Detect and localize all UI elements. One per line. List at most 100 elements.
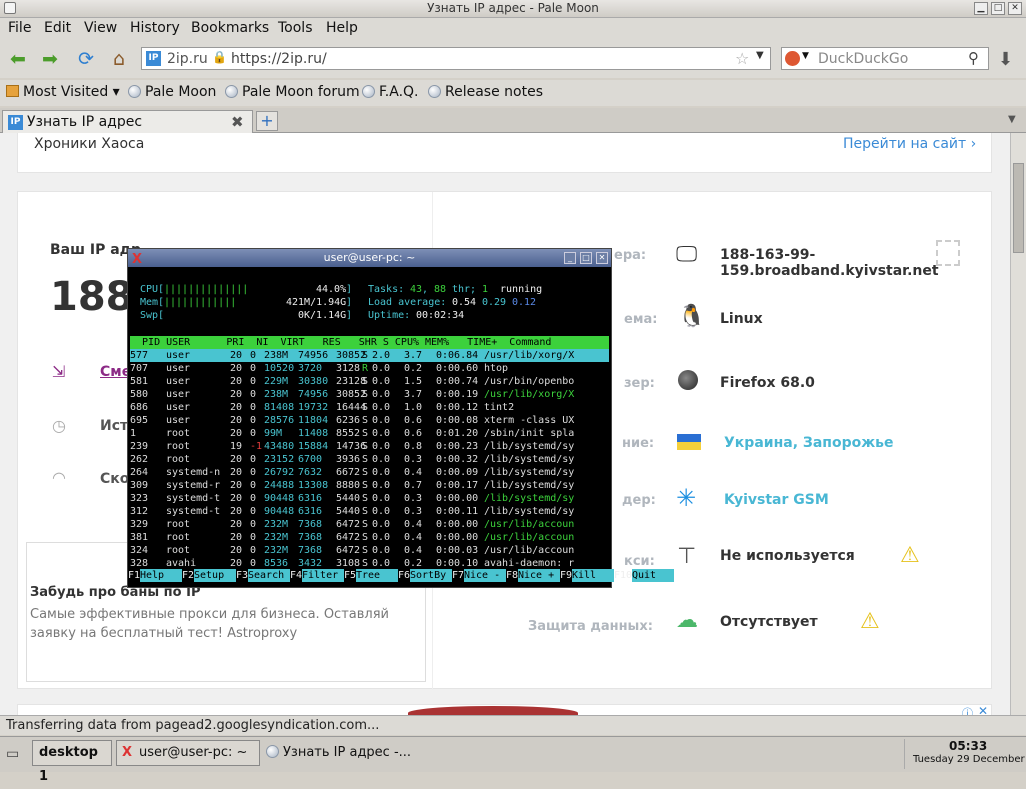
adchoices-icon[interactable]: ⓘ bbox=[962, 705, 973, 715]
process-row[interactable]: 323 systemd-t 20 0 90448 6316 5440 S 0.0 0.3 0:00.… bbox=[130, 492, 609, 505]
downloads-icon[interactable]: ⬇ bbox=[998, 49, 1013, 70]
process-row[interactable]: 312 systemd-t 20 0 90448 6316 5440 S 0.0 0.3 0:00.… bbox=[130, 505, 609, 518]
desktop-switcher[interactable]: desktop 1 bbox=[32, 740, 112, 784]
fkey-f5: F5 bbox=[344, 570, 357, 581]
info-value-provider[interactable]: Kyivstar GSM bbox=[724, 492, 829, 508]
bookmark-pale-moon[interactable]: Pale Moon bbox=[128, 84, 216, 100]
tab-list-icon[interactable]: ▼ bbox=[1008, 114, 1016, 125]
menu-tools[interactable]: Tools bbox=[278, 20, 313, 36]
process-row[interactable]: 262 root 20 0 23152 6700 3936 S 0.0 0.3 0:00.32/li… bbox=[130, 453, 609, 466]
process-cell: 0.4 bbox=[404, 532, 423, 543]
process-header[interactable]: PID USER PRI NI VIRT RES SHR S CPU% MEM%… bbox=[130, 336, 609, 349]
clock[interactable]: 05:33 Tuesday 29 December bbox=[904, 739, 1025, 769]
scroll-thumb[interactable] bbox=[1013, 163, 1024, 253]
process-cell: 238M bbox=[264, 350, 289, 361]
minimize-button[interactable]: ▁ bbox=[974, 2, 988, 15]
duckduckgo-icon[interactable] bbox=[785, 51, 800, 66]
process-row[interactable]: 695 user 20 0 28576 11804 6236 S 0.0 0.6 0:00.08 xt… bbox=[130, 414, 609, 427]
tab-close-icon[interactable]: ✖ bbox=[231, 113, 244, 131]
process-cell: /usr/lib/xorg/X bbox=[484, 350, 575, 361]
url-bar[interactable]: IP 2ip.ru 🔒 https://2ip.ru/ ☆ ▼ bbox=[141, 47, 771, 70]
back-icon[interactable]: ⬅ bbox=[6, 48, 30, 70]
mem-bar: |||||||||||| bbox=[164, 297, 237, 308]
url-text[interactable]: https://2ip.ru/ bbox=[231, 51, 327, 67]
monitor-icon: 🖵 bbox=[676, 242, 698, 267]
menu-edit[interactable]: Edit bbox=[44, 20, 71, 36]
info-label-proxy: кси: bbox=[624, 554, 655, 569]
search-icon[interactable]: ⚲ bbox=[968, 49, 979, 67]
show-desktop-icon[interactable]: ▭ bbox=[6, 746, 19, 762]
maximize-button[interactable]: □ bbox=[991, 2, 1005, 15]
process-cell: 0.0 bbox=[372, 467, 391, 478]
fkey-action-7[interactable]: Nice + bbox=[518, 569, 560, 582]
process-cell: 0:00.12 bbox=[436, 402, 479, 413]
process-cell: 6316 bbox=[298, 493, 323, 504]
process-row[interactable]: 264 systemd-n 20 0 26792 7632 6672 S 0.0 0.4 0:00.… bbox=[130, 466, 609, 479]
tab-2ip[interactable]: IP Узнать IP адрес ✖ bbox=[2, 110, 253, 133]
terminal-window[interactable]: X user@user-pc: ~ _ □ ✕ CPU[||||||||||||… bbox=[127, 248, 674, 588]
bookmark-most-visited[interactable]: Most Visited ▾ bbox=[6, 84, 120, 100]
task-browser-label: Узнать IP адрес -... bbox=[283, 745, 412, 760]
promo-banner: Хроники Хаоса Перейти на сайт › bbox=[17, 133, 992, 173]
bookmark-release-notes[interactable]: Release notes bbox=[428, 84, 543, 100]
history-link[interactable]: Ист bbox=[100, 418, 128, 434]
fkey-f10: F10 bbox=[614, 570, 633, 581]
terminal-titlebar[interactable]: X user@user-pc: ~ _ □ ✕ bbox=[128, 249, 611, 267]
menu-help[interactable]: Help bbox=[326, 20, 358, 36]
fkey-action-5[interactable]: SortBy bbox=[410, 569, 452, 582]
speed-link[interactable]: Ско bbox=[100, 471, 129, 487]
bookmark-pale-moon-forum[interactable]: Pale Moon forum bbox=[225, 84, 360, 100]
process-row[interactable]: 329 root 20 0 232M 7368 6472 S 0.0 0.4 0:00.00/usr… bbox=[130, 518, 609, 531]
promo-link[interactable]: Перейти на сайт › bbox=[843, 136, 976, 152]
process-row[interactable]: 239 root 19 -1 43480 15884 14736 S 0.0 0.8 0:00.23… bbox=[130, 440, 609, 453]
close-button[interactable]: ✕ bbox=[1008, 2, 1022, 15]
menu-file[interactable]: File bbox=[8, 20, 31, 36]
bookmark-label: Pale Moon forum bbox=[242, 84, 360, 100]
process-row[interactable]: 577 user 20 0 238M 74956 30852 S 2.0 3.7 0:06.84/u… bbox=[130, 349, 609, 362]
fkey-action-9[interactable]: Quit bbox=[632, 569, 674, 582]
process-row[interactable]: 309 systemd-r 20 0 24488 13308 8880 S 0.0 0.7 0:00… bbox=[130, 479, 609, 492]
site-identity-label[interactable]: 2ip.ru bbox=[167, 51, 208, 67]
process-row[interactable]: 707 user 20 0 10520 3720 3128 R 0.0 0.2 0:00.60 hto… bbox=[130, 362, 609, 375]
home-icon[interactable]: ⌂ bbox=[107, 48, 131, 70]
forward-icon[interactable]: ➡ bbox=[38, 48, 62, 70]
vertical-scrollbar[interactable] bbox=[1010, 133, 1026, 715]
process-row[interactable]: 581 user 20 0 229M 30380 23128 S 0.0 1.5 0:00.74/u… bbox=[130, 375, 609, 388]
process-cell: 0.8 bbox=[404, 441, 423, 452]
process-row[interactable]: 686 user 20 0 81408 19732 16444 S 0.0 1.0 0:00.12 t… bbox=[130, 401, 609, 414]
menu-history[interactable]: History bbox=[130, 20, 180, 36]
process-cell: 580 bbox=[130, 389, 149, 400]
search-bar[interactable]: ▼ DuckDuckGo ⚲ bbox=[781, 47, 989, 70]
change-ip-icon[interactable]: ⇲ bbox=[52, 362, 65, 381]
fkey-action-4[interactable]: Tree bbox=[356, 569, 398, 582]
menu-bookmarks[interactable]: Bookmarks bbox=[191, 20, 269, 36]
process-row[interactable]: 324 root 20 0 232M 7368 6472 S 0.0 0.4 0:00.03/usr… bbox=[130, 544, 609, 557]
task-browser[interactable]: Узнать IP адрес -... bbox=[266, 745, 411, 760]
bottom-ad[interactable]: ⓘ ✕ bbox=[17, 704, 992, 715]
fkey-action-1[interactable]: Setup bbox=[194, 569, 236, 582]
bookmark-faq[interactable]: F.A.Q. bbox=[362, 84, 419, 100]
engine-dropdown-icon[interactable]: ▼ bbox=[802, 51, 809, 61]
process-row[interactable]: 1 root 20 0 99M 11408 8552 S 0.0 0.6 0:01.20/sbin/… bbox=[130, 427, 609, 440]
terminal-close-button[interactable]: ✕ bbox=[596, 252, 608, 264]
fkey-action-2[interactable]: Search bbox=[248, 569, 290, 582]
ad-close-icon[interactable]: ✕ bbox=[978, 704, 988, 715]
fkey-action-0[interactable]: Help bbox=[140, 569, 182, 582]
fkey-action-6[interactable]: Nice - bbox=[464, 569, 506, 582]
reload-icon[interactable]: ⟳ bbox=[74, 48, 98, 70]
terminal-minimize-button[interactable]: _ bbox=[564, 252, 576, 264]
new-tab-button[interactable]: + bbox=[256, 111, 278, 131]
window-menu-icon[interactable] bbox=[4, 2, 16, 14]
fkey-action-8[interactable]: Kill bbox=[572, 569, 614, 582]
task-terminal[interactable]: Xuser@user-pc: ~ bbox=[116, 740, 260, 766]
menu-view[interactable]: View bbox=[84, 20, 117, 36]
copy-icon[interactable] bbox=[936, 240, 960, 266]
fkey-action-3[interactable]: Filter bbox=[302, 569, 344, 582]
process-row[interactable]: 381 root 20 0 232M 7368 6472 S 0.0 0.4 0:00.00/usr… bbox=[130, 531, 609, 544]
terminal-maximize-button[interactable]: □ bbox=[580, 252, 592, 264]
info-value-location[interactable]: Украина, Запорожье bbox=[724, 435, 894, 451]
process-cell: S bbox=[362, 376, 369, 387]
url-dropdown-icon[interactable]: ▼ bbox=[756, 50, 764, 61]
bookmark-star-icon[interactable]: ☆ bbox=[735, 49, 749, 68]
process-row[interactable]: 580 user 20 0 238M 74956 30852 S 0.0 3.7 0:00.19/u… bbox=[130, 388, 609, 401]
